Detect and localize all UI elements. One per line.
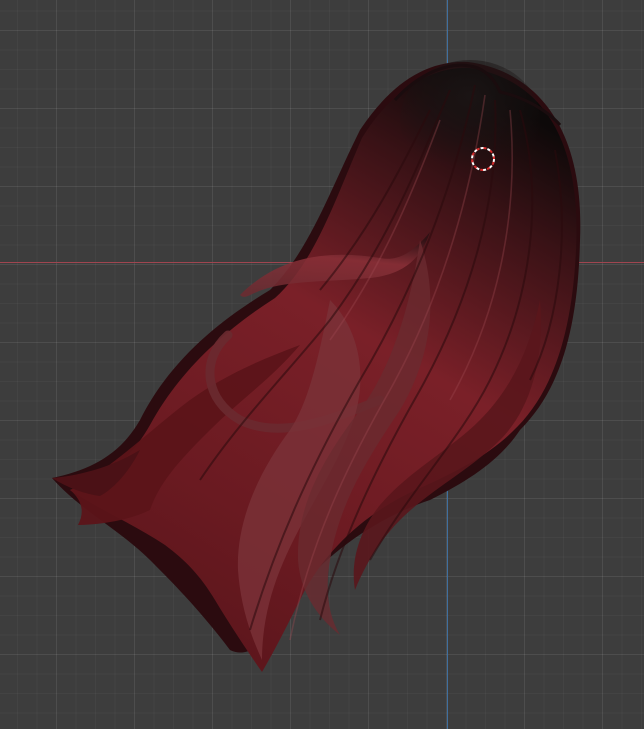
3d-cursor-icon[interactable] bbox=[470, 146, 496, 172]
hair-mesh[interactable] bbox=[0, 0, 644, 729]
3d-viewport[interactable] bbox=[0, 0, 644, 729]
